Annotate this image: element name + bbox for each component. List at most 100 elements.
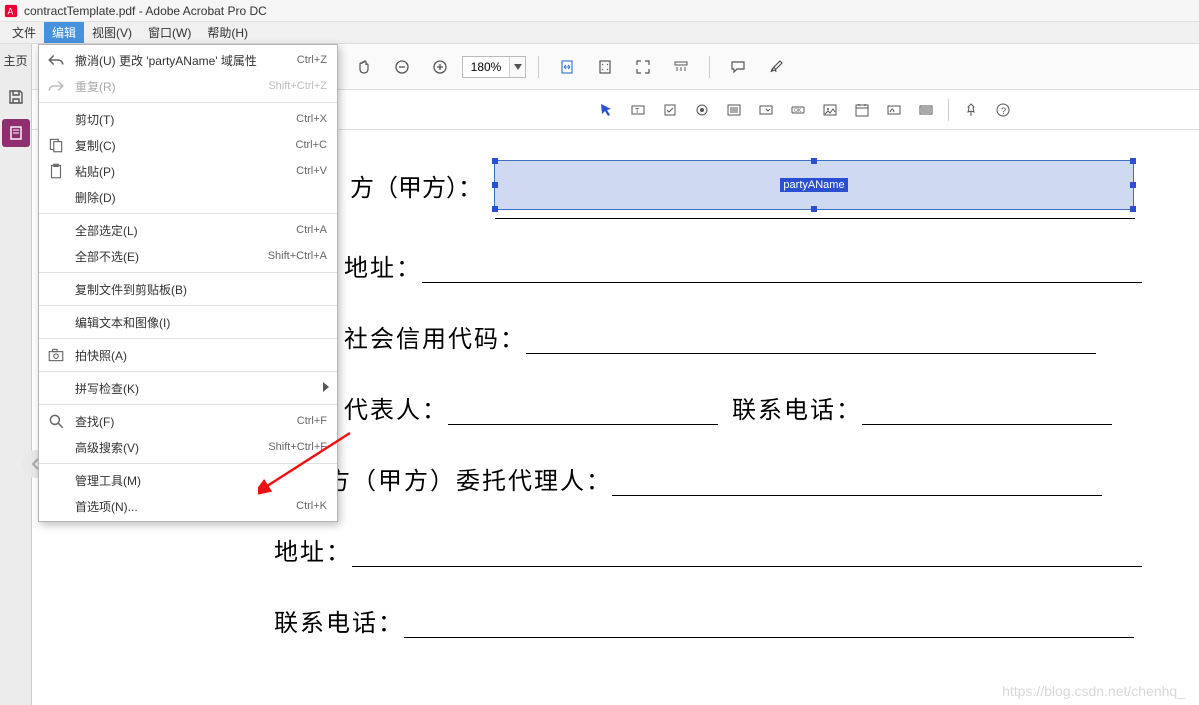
menu-help[interactable]: 帮助(H): [199, 22, 256, 43]
zoom-level[interactable]: [462, 56, 526, 78]
menu-delete[interactable]: 删除(D): [39, 184, 337, 210]
fullscreen-icon[interactable]: [630, 54, 656, 80]
fit-page-icon[interactable]: [592, 54, 618, 80]
image-field-icon[interactable]: [817, 97, 843, 123]
resize-handle[interactable]: [1130, 182, 1136, 188]
svg-text:A: A: [8, 6, 14, 16]
menu-edit-text-images[interactable]: 编辑文本和图像(I): [39, 309, 337, 335]
menu-cut[interactable]: 剪切(T) Ctrl+X: [39, 106, 337, 132]
app-icon: A: [4, 4, 18, 18]
menu-snapshot[interactable]: 拍快照(A): [39, 342, 337, 368]
signature-field-icon[interactable]: [881, 97, 907, 123]
barcode-field-icon[interactable]: [913, 97, 939, 123]
doc-label-tel2: 联系电话：: [274, 603, 404, 638]
menu-separator: [39, 463, 337, 464]
menu-deselect-all[interactable]: 全部不选(E) Shift+Ctrl+A: [39, 243, 337, 269]
dropdown-field-icon[interactable]: [753, 97, 779, 123]
doc-underline: [422, 259, 1142, 283]
resize-handle[interactable]: [1130, 206, 1136, 212]
menu-separator: [39, 305, 337, 306]
resize-handle[interactable]: [492, 206, 498, 212]
hand-tool-icon[interactable]: [351, 54, 377, 80]
copy-icon: [47, 136, 65, 154]
camera-icon: [47, 346, 65, 364]
doc-label-party-a: 方（甲方）：: [350, 168, 482, 203]
doc-label-credit: 社会信用代码：: [344, 319, 526, 354]
svg-text:?: ?: [1001, 106, 1006, 116]
menu-redo: 重复(R) Shift+Ctrl+Z: [39, 73, 337, 99]
menu-separator: [39, 213, 337, 214]
menu-separator: [39, 404, 337, 405]
svg-text:OK: OK: [794, 108, 802, 114]
menu-undo[interactable]: 撤消(U) 更改 'partyAName' 域属性 Ctrl+Z: [39, 47, 337, 73]
search-icon: [47, 412, 65, 430]
resize-handle[interactable]: [811, 158, 817, 164]
doc-label-address: 地址：: [344, 248, 422, 283]
menu-file[interactable]: 文件: [4, 22, 44, 43]
zoom-in-icon[interactable]: [427, 54, 453, 80]
menu-spellcheck[interactable]: 拼写检查(K): [39, 375, 337, 401]
menu-find[interactable]: 查找(F) Ctrl+F: [39, 408, 337, 434]
menu-copy-to-clipboard[interactable]: 复制文件到剪贴板(B): [39, 276, 337, 302]
menu-view[interactable]: 视图(V): [84, 22, 140, 43]
menu-bar: 文件 编辑 视图(V) 窗口(W) 帮助(H): [0, 22, 1199, 44]
menu-separator: [39, 102, 337, 103]
doc-underline: [495, 218, 1135, 219]
sign-icon[interactable]: [763, 54, 789, 80]
home-tab[interactable]: 主页: [3, 50, 27, 75]
separator: [538, 56, 539, 78]
resize-handle[interactable]: [492, 158, 498, 164]
edit-menu-dropdown: 撤消(U) 更改 'partyAName' 域属性 Ctrl+Z 重复(R) S…: [38, 44, 338, 522]
doc-underline: [352, 543, 1142, 567]
doc-underline: [612, 472, 1102, 496]
radio-field-icon[interactable]: [689, 97, 715, 123]
menu-manage-tools[interactable]: 管理工具(M): [39, 467, 337, 493]
menu-separator: [39, 272, 337, 273]
paste-icon: [47, 162, 65, 180]
menu-window[interactable]: 窗口(W): [140, 22, 199, 43]
watermark: https://blog.csdn.net/chenhq_: [1002, 683, 1185, 699]
resize-handle[interactable]: [492, 182, 498, 188]
page-thumbnails-icon[interactable]: [2, 119, 30, 147]
undo-icon: [47, 51, 65, 69]
title-bar: A contractTemplate.pdf - Adobe Acrobat P…: [0, 0, 1199, 22]
submenu-arrow-icon: [323, 381, 329, 395]
doc-label-rep: 代表人：: [344, 390, 448, 425]
help-icon[interactable]: ?: [990, 97, 1016, 123]
left-rail: 主页: [0, 44, 32, 705]
zoom-dropdown-icon[interactable]: [509, 57, 525, 77]
zoom-out-icon[interactable]: [389, 54, 415, 80]
menu-edit[interactable]: 编辑: [44, 22, 84, 43]
menu-preferences[interactable]: 首选项(N)... Ctrl+K: [39, 493, 337, 519]
menu-select-all[interactable]: 全部选定(L) Ctrl+A: [39, 217, 337, 243]
doc-label-address2: 地址：: [274, 532, 352, 567]
list-field-icon[interactable]: [721, 97, 747, 123]
text-field-icon[interactable]: T: [625, 97, 651, 123]
svg-text:T: T: [635, 108, 640, 115]
doc-underline: [526, 330, 1096, 354]
doc-underline: [862, 401, 1112, 425]
date-field-icon[interactable]: [849, 97, 875, 123]
save-icon[interactable]: [2, 83, 30, 111]
resize-handle[interactable]: [811, 206, 817, 212]
menu-copy[interactable]: 复制(C) Ctrl+C: [39, 132, 337, 158]
zoom-input[interactable]: [463, 57, 509, 77]
separator: [948, 99, 949, 121]
button-field-icon[interactable]: OK: [785, 97, 811, 123]
checkbox-field-icon[interactable]: [657, 97, 683, 123]
doc-label-tel: 联系电话：: [732, 390, 862, 425]
menu-advanced-search[interactable]: 高级搜索(V) Shift+Ctrl+F: [39, 434, 337, 460]
comment-icon[interactable]: [725, 54, 751, 80]
view-options-icon[interactable]: [668, 54, 694, 80]
form-field-name: partyAName: [780, 178, 847, 192]
menu-paste[interactable]: 粘贴(P) Ctrl+V: [39, 158, 337, 184]
form-field-partyaname[interactable]: partyAName: [494, 160, 1134, 210]
fit-width-icon[interactable]: [554, 54, 580, 80]
separator: [709, 56, 710, 78]
redo-icon: [47, 77, 65, 95]
window-title: contractTemplate.pdf - Adobe Acrobat Pro…: [24, 4, 267, 18]
select-tool-icon[interactable]: [593, 97, 619, 123]
pin-icon[interactable]: [958, 97, 984, 123]
resize-handle[interactable]: [1130, 158, 1136, 164]
menu-separator: [39, 338, 337, 339]
